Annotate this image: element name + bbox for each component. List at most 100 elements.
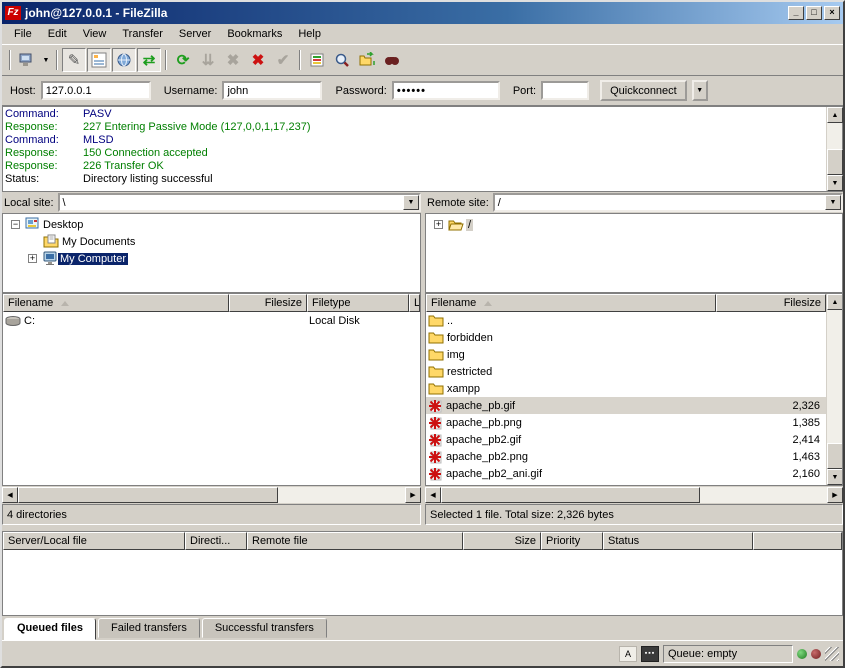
resize-grip[interactable] — [825, 647, 839, 661]
remote-row[interactable]: apache_pb2.png 1,463 — [426, 448, 826, 465]
column-header-direction[interactable]: Directi... — [185, 532, 247, 550]
column-header-server-local-file[interactable]: Server/Local file — [3, 532, 185, 550]
remote-horizontal-scrollbar[interactable]: ◀ ▶ — [425, 486, 843, 503]
log-line-text: 150 Connection accepted — [83, 147, 208, 160]
remote-vertical-scrollbar[interactable]: ▲ ▼ — [826, 294, 842, 485]
scrollbar-track[interactable] — [827, 123, 842, 149]
quickconnect-button[interactable]: Quickconnect — [600, 80, 687, 101]
password-input[interactable] — [392, 81, 500, 100]
chevron-down-icon[interactable]: ▼ — [825, 195, 841, 210]
scroll-left-icon[interactable]: ◀ — [425, 487, 441, 503]
refresh-button[interactable]: ⟳ — [171, 48, 195, 72]
cancel-operation-button[interactable]: ✖ — [221, 48, 245, 72]
toggle-local-tree-button[interactable] — [87, 48, 111, 72]
toggle-queue-button[interactable]: ⇄ — [137, 48, 161, 72]
disconnect-button[interactable]: ✖ — [246, 48, 270, 72]
scrollbar-thumb[interactable] — [18, 487, 278, 503]
site-manager-button[interactable] — [15, 48, 39, 72]
scrollbar-track[interactable] — [827, 310, 842, 443]
title-bar: Fz john@127.0.0.1 - FileZilla _ □ × — [2, 2, 843, 24]
column-header-status[interactable]: Status — [603, 532, 753, 550]
scroll-right-icon[interactable]: ▶ — [827, 487, 843, 503]
scroll-up-icon[interactable]: ▲ — [827, 107, 843, 123]
menu-file[interactable]: File — [6, 26, 40, 42]
tree-item-desktop[interactable]: − Desktop — [3, 216, 420, 233]
synchronized-browsing-button[interactable] — [355, 48, 379, 72]
remote-row[interactable]: apache_pb2_ani.gif 2,160 — [426, 465, 826, 482]
file-name: forbidden — [447, 332, 730, 344]
remote-row[interactable]: xampp — [426, 380, 826, 397]
find-files-button[interactable] — [380, 48, 404, 72]
host-input[interactable] — [41, 81, 151, 100]
expand-icon[interactable]: + — [28, 254, 37, 263]
column-header-filesize[interactable]: Filesize — [716, 294, 826, 312]
filename-filters-button[interactable] — [305, 48, 329, 72]
tree-item-my-documents[interactable]: My Documents — [3, 233, 420, 250]
scrollbar-thumb[interactable] — [827, 149, 843, 175]
tab-queued-files[interactable]: Queued files — [4, 618, 96, 640]
column-header-filesize[interactable]: Filesize — [229, 294, 307, 312]
process-queue-button[interactable]: ⇊ — [196, 48, 220, 72]
scroll-up-icon[interactable]: ▲ — [827, 294, 843, 310]
tree-item-root[interactable]: + / — [426, 216, 842, 233]
tree-item-my-computer[interactable]: + My Computer — [3, 250, 420, 267]
expand-icon[interactable]: + — [434, 220, 443, 229]
reconnect-button[interactable]: ✔ — [271, 48, 295, 72]
file-name: apache_pb2.png — [446, 451, 730, 463]
local-row-c-drive[interactable]: C: Local Disk — [3, 312, 420, 329]
scrollbar-track[interactable] — [700, 487, 827, 503]
remote-row-selected[interactable]: apache_pb.gif 2,326 — [426, 397, 826, 414]
menu-edit[interactable]: Edit — [40, 26, 75, 42]
file-name: xampp — [447, 383, 730, 395]
column-header-priority[interactable]: Priority — [541, 532, 603, 550]
menu-transfer[interactable]: Transfer — [114, 26, 171, 42]
maximize-button[interactable]: □ — [806, 6, 822, 20]
tab-failed-transfers[interactable]: Failed transfers — [98, 618, 200, 638]
username-input[interactable] — [222, 81, 322, 100]
file-name: restricted — [447, 366, 730, 378]
remote-row[interactable]: forbidden — [426, 329, 826, 346]
log-vertical-scrollbar[interactable]: ▲ ▼ — [826, 107, 842, 191]
scrollbar-thumb[interactable] — [827, 443, 843, 469]
remote-row[interactable]: restricted — [426, 363, 826, 380]
column-header-filename[interactable]: Filename — [3, 294, 229, 312]
message-log-icon: ✎ — [68, 53, 81, 68]
toggle-message-log-button[interactable]: ✎ — [62, 48, 86, 72]
scroll-down-icon[interactable]: ▼ — [827, 175, 843, 191]
menu-server[interactable]: Server — [171, 26, 219, 42]
column-header-remote-file[interactable]: Remote file — [247, 532, 463, 550]
close-button[interactable]: × — [824, 6, 840, 20]
minimize-button[interactable]: _ — [788, 6, 804, 20]
remote-row[interactable]: apache_pb2.gif 2,414 — [426, 431, 826, 448]
remote-row[interactable]: apache_pb.png 1,385 — [426, 414, 826, 431]
column-header-filetype[interactable]: Filetype — [307, 294, 409, 312]
menu-view[interactable]: View — [75, 26, 115, 42]
toggle-remote-tree-button[interactable] — [112, 48, 136, 72]
directory-comparison-button[interactable] — [330, 48, 354, 72]
scroll-down-icon[interactable]: ▼ — [827, 469, 843, 485]
scrollbar-track[interactable] — [278, 487, 405, 503]
local-horizontal-scrollbar[interactable]: ◀ ▶ — [2, 486, 421, 503]
quickconnect-dropdown[interactable]: ▼ — [692, 80, 708, 101]
menu-bookmarks[interactable]: Bookmarks — [219, 26, 290, 42]
speed-limits-icon[interactable]: ▪▪▪ — [641, 646, 659, 662]
scroll-right-icon[interactable]: ▶ — [405, 487, 421, 503]
log-line-label: Response: — [5, 121, 83, 134]
tab-successful-transfers[interactable]: Successful transfers — [202, 618, 327, 638]
remote-row[interactable]: .. — [426, 312, 826, 329]
port-input[interactable] — [541, 81, 589, 100]
site-manager-dropdown[interactable]: ▼ — [40, 48, 52, 72]
scrollbar-thumb[interactable] — [441, 487, 700, 503]
scroll-left-icon[interactable]: ◀ — [2, 487, 18, 503]
data-type-indicator-icon[interactable]: A — [619, 646, 637, 662]
chevron-down-icon[interactable]: ▼ — [403, 195, 419, 210]
local-site-combobox[interactable]: \ ▼ — [58, 193, 421, 212]
remote-row[interactable]: img — [426, 346, 826, 363]
column-header-lastmodified[interactable]: L — [409, 294, 420, 312]
collapse-icon[interactable]: − — [11, 220, 20, 229]
menu-help[interactable]: Help — [290, 26, 329, 42]
log-line-text: 227 Entering Passive Mode (127,0,0,1,17,… — [83, 121, 310, 134]
column-header-size[interactable]: Size — [463, 532, 541, 550]
column-header-filename[interactable]: Filename — [426, 294, 716, 312]
remote-site-combobox[interactable]: / ▼ — [493, 193, 843, 212]
